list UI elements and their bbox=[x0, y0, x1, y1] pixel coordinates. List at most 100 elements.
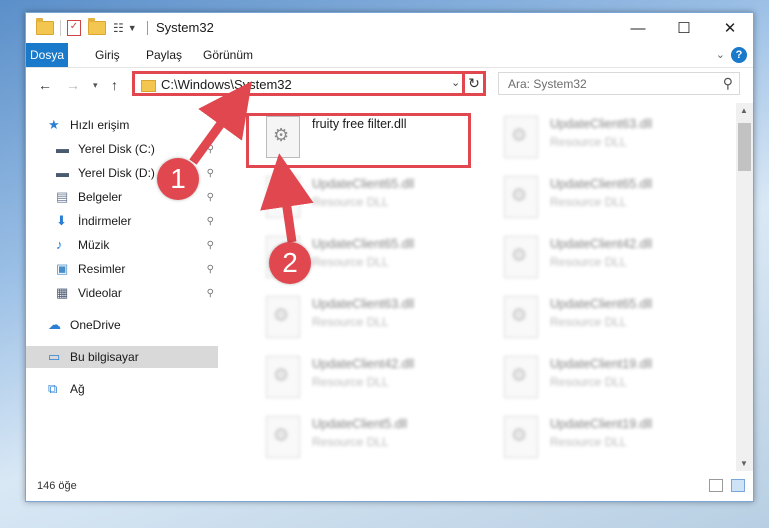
chevron-down-icon[interactable]: ⌄ bbox=[451, 76, 460, 89]
refresh-icon: ↻ bbox=[468, 75, 480, 91]
file-name: UpdateClient63.dll bbox=[550, 117, 653, 131]
navigation-pane: ★ Hızlı erişim ▬ Yerel Disk (C:) ⚲ ▬ Yerel Dis… bbox=[26, 103, 218, 471]
file-item[interactable]: UpdateClient5.dll Resource DLL bbox=[246, 413, 476, 469]
folder-icon bbox=[36, 18, 54, 35]
step-1-badge: 1 bbox=[157, 158, 199, 200]
file-item[interactable]: UpdateClient63.dll Resource DLL bbox=[484, 113, 714, 169]
file-item[interactable]: UpdateClient42.dll Resource DLL bbox=[484, 233, 714, 289]
file-name: UpdateClient19.dll bbox=[550, 417, 653, 431]
pin-icon[interactable]: ⚲ bbox=[207, 192, 214, 203]
nav-item-label: İndirmeler bbox=[78, 214, 132, 228]
nav-item-1[interactable]: ▬ Yerel Disk (C:) ⚲ bbox=[26, 138, 218, 160]
nav-item-9[interactable]: ▭ Bu bilgisayar bbox=[26, 346, 218, 368]
pin-icon[interactable]: ⚲ bbox=[207, 216, 214, 227]
search-icon: ⚲ bbox=[722, 75, 733, 91]
file-item[interactable]: UpdateClient63.dll Resource DLL bbox=[246, 293, 476, 349]
search-placeholder: Ara: System32 bbox=[508, 77, 587, 91]
view-options-icon[interactable]: ☷ bbox=[113, 21, 124, 35]
file-item[interactable]: UpdateClient42.dll Resource DLL bbox=[246, 353, 476, 409]
nav-item-8[interactable]: ☁ OneDrive bbox=[26, 314, 218, 336]
nav-item-6[interactable]: ▣ Resimler ⚲ bbox=[26, 258, 218, 280]
forward-arrow-icon[interactable]: → bbox=[66, 77, 80, 93]
file-name: UpdateClient63.dll bbox=[312, 297, 415, 311]
address-row: ← → ▾ ↑ C:\Windows\System32 ⌄ ↻ Ara: Sys… bbox=[26, 68, 753, 102]
file-item[interactable]: UpdateClient65.dll Resource DLL bbox=[246, 173, 476, 229]
nav-item-label: Yerel Disk (D:) bbox=[78, 166, 155, 180]
help-icon[interactable]: ? bbox=[731, 47, 747, 63]
file-name: UpdateClient19.dll bbox=[550, 357, 653, 371]
maximize-button[interactable]: ☐ bbox=[661, 13, 707, 43]
file-name: UpdateClient42.dll bbox=[550, 237, 653, 251]
address-path[interactable]: C:\Windows\System32 bbox=[161, 77, 292, 92]
file-type: Resource DLL bbox=[550, 375, 627, 389]
scroll-up-icon[interactable]: ▲ bbox=[740, 106, 748, 115]
cloud-icon: ☁ bbox=[48, 317, 61, 332]
new-folder-icon[interactable] bbox=[88, 18, 106, 35]
nav-item-label: Belgeler bbox=[78, 190, 123, 204]
large-icons-view-icon[interactable] bbox=[731, 479, 745, 492]
details-view-icon[interactable] bbox=[709, 479, 723, 492]
scroll-thumb[interactable] bbox=[738, 123, 751, 171]
music-icon: ♪ bbox=[56, 237, 63, 252]
dll-file-icon bbox=[266, 176, 300, 218]
file-type: Resource DLL bbox=[312, 255, 389, 269]
documents-icon: ▤ bbox=[56, 189, 69, 204]
file-type: Resource DLL bbox=[550, 255, 627, 269]
nav-item-5[interactable]: ♪ Müzik ⚲ bbox=[26, 234, 218, 256]
status-bar: 146 öğe bbox=[26, 473, 753, 499]
pin-icon[interactable]: ⚲ bbox=[207, 144, 214, 155]
up-arrow-icon[interactable]: ↑ bbox=[111, 77, 118, 93]
pictures-icon: ▣ bbox=[56, 261, 69, 276]
vertical-scrollbar[interactable]: ▲ ▼ bbox=[736, 103, 753, 471]
dll-file-icon bbox=[504, 296, 538, 338]
nav-item-10[interactable]: ⧉ Ağ bbox=[26, 378, 218, 400]
refresh-button[interactable]: ↻ bbox=[462, 71, 486, 96]
tab-view[interactable]: Görünüm bbox=[194, 43, 262, 67]
file-type: Resource DLL bbox=[550, 195, 627, 209]
file-item[interactable]: UpdateClient19.dll Resource DLL bbox=[484, 353, 714, 409]
nav-item-7[interactable]: ▦ Videolar ⚲ bbox=[26, 282, 218, 304]
file-type: Resource DLL bbox=[312, 315, 389, 329]
address-bar[interactable]: C:\Windows\System32 ⌄ bbox=[132, 71, 486, 96]
customize-toolbar-icon[interactable]: ▼ bbox=[128, 23, 137, 33]
file-type: Resource DLL bbox=[312, 195, 389, 209]
recent-locations-chevron-icon[interactable]: ▾ bbox=[93, 80, 98, 91]
step-2-badge: 2 bbox=[269, 242, 311, 284]
folder-icon bbox=[141, 80, 156, 92]
tab-share[interactable]: Paylaş bbox=[137, 43, 191, 67]
pin-icon[interactable]: ⚲ bbox=[207, 288, 214, 299]
nav-item-label: Yerel Disk (C:) bbox=[78, 142, 155, 156]
highlight-box bbox=[246, 113, 471, 168]
explorer-window: ✓ ☷ ▼ System32 — ☐ ✕ Dosya Giriş Paylaş … bbox=[25, 12, 754, 502]
file-name: UpdateClient65.dll bbox=[550, 297, 653, 311]
file-name: UpdateClient65.dll bbox=[312, 177, 415, 191]
pin-icon[interactable]: ⚲ bbox=[207, 240, 214, 251]
dll-file-icon bbox=[504, 116, 538, 158]
nav-item-4[interactable]: ⬇ İndirmeler ⚲ bbox=[26, 210, 218, 232]
tab-file[interactable]: Dosya bbox=[26, 43, 68, 67]
nav-item-0[interactable]: ★ Hızlı erişim bbox=[26, 114, 218, 136]
dll-file-icon bbox=[504, 236, 538, 278]
search-input[interactable]: Ara: System32 ⚲ bbox=[498, 72, 740, 95]
file-type: Resource DLL bbox=[312, 435, 389, 449]
item-count: 146 öğe bbox=[37, 480, 77, 492]
nav-item-label: Hızlı erişim bbox=[70, 118, 130, 132]
title-bar: ✓ ☷ ▼ System32 — ☐ ✕ bbox=[26, 13, 753, 43]
nav-item-label: Bu bilgisayar bbox=[70, 350, 139, 364]
tab-home[interactable]: Giriş bbox=[86, 43, 129, 67]
file-item[interactable]: UpdateClient65.dll Resource DLL bbox=[484, 173, 714, 229]
minimize-button[interactable]: — bbox=[615, 13, 661, 43]
pin-icon[interactable]: ⚲ bbox=[207, 168, 214, 179]
scroll-down-icon[interactable]: ▼ bbox=[740, 459, 748, 468]
file-item[interactable]: UpdateClient19.dll Resource DLL bbox=[484, 413, 714, 469]
close-button[interactable]: ✕ bbox=[707, 13, 753, 43]
dll-file-icon bbox=[266, 296, 300, 338]
file-type: Resource DLL bbox=[312, 375, 389, 389]
window-title: System32 bbox=[156, 20, 214, 35]
nav-item-label: Ağ bbox=[70, 382, 85, 396]
file-item[interactable]: UpdateClient65.dll Resource DLL bbox=[484, 293, 714, 349]
pin-icon[interactable]: ⚲ bbox=[207, 264, 214, 275]
ribbon-expand-icon[interactable]: ⌄ bbox=[716, 48, 725, 61]
back-arrow-icon[interactable]: ← bbox=[38, 77, 52, 93]
properties-icon[interactable]: ✓ bbox=[67, 20, 81, 36]
